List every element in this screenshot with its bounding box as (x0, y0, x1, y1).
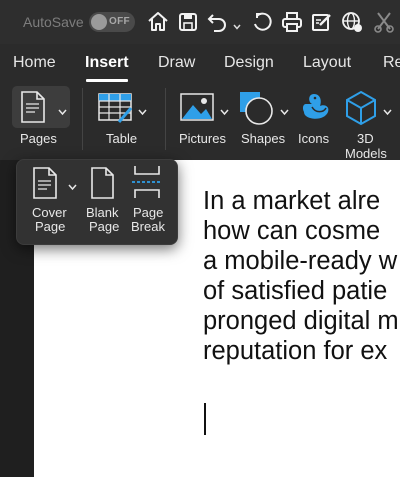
document-line: how can cosme (203, 217, 381, 245)
pages-popover: Cover Page Blank Page Page Break (16, 159, 178, 245)
document-body[interactable]: In a market alre how can cosme a mobile-… (203, 186, 400, 366)
title-bar: AutoSave OFF (0, 0, 400, 44)
page-break-label-1: Page (133, 205, 164, 220)
print-icon[interactable] (280, 10, 304, 34)
blank-page-label-1: Blank (86, 205, 119, 220)
page-break-icon[interactable] (129, 164, 165, 200)
pictures-label: Pictures (179, 131, 226, 146)
autosave-toggle[interactable]: OFF (89, 12, 135, 32)
undo-dropdown-icon[interactable] (233, 18, 241, 30)
ribbon-separator (82, 88, 83, 150)
home-icon[interactable] (146, 10, 170, 34)
pages-label: Pages (20, 131, 57, 146)
autosave-label: AutoSave (23, 14, 84, 30)
tab-design[interactable]: Design (224, 54, 274, 72)
globe-icon[interactable] (340, 10, 364, 34)
save-icon[interactable] (176, 10, 200, 34)
shapes-dropdown-icon[interactable] (280, 103, 289, 116)
3d-models-dropdown-icon[interactable] (383, 103, 392, 116)
shapes-icon[interactable] (238, 90, 274, 126)
active-tab-indicator (86, 79, 128, 82)
cover-page-icon[interactable] (30, 166, 60, 200)
tab-references[interactable]: Re (383, 54, 400, 72)
ribbon-tabs: Home Insert Draw Design Layout Re (0, 44, 400, 84)
3d-models-label-bottom: Models (345, 146, 387, 161)
document-line: In a market alre (203, 187, 381, 215)
3d-models-label-top: 3D (357, 131, 374, 146)
tab-home[interactable]: Home (13, 54, 56, 72)
cut-icon[interactable] (372, 10, 396, 34)
document-line: of satisfied patie (203, 277, 388, 305)
undo-icon[interactable] (205, 10, 229, 34)
blank-page-icon[interactable] (88, 166, 116, 200)
redo-icon[interactable] (250, 10, 274, 34)
icons-label: Icons (298, 131, 330, 146)
blank-page-label-2: Page (89, 219, 120, 234)
tab-layout[interactable]: Layout (303, 54, 351, 72)
document-line: reputation for ex (203, 337, 388, 365)
cover-page-dropdown-icon[interactable] (68, 178, 77, 191)
toggle-state: OFF (109, 16, 130, 27)
tab-draw[interactable]: Draw (158, 54, 195, 72)
shapes-label: Shapes (241, 131, 286, 146)
page-break-label-2: Break (131, 219, 165, 234)
table-dropdown-icon[interactable] (138, 103, 147, 116)
pictures-dropdown-icon[interactable] (220, 103, 229, 116)
tab-insert[interactable]: Insert (85, 54, 129, 72)
document-line: pronged digital m (203, 307, 399, 335)
document-line: a mobile-ready w (203, 247, 398, 275)
pages-dropdown-icon[interactable] (58, 103, 67, 116)
pages-icon[interactable] (18, 90, 48, 124)
table-label: Table (106, 131, 138, 146)
text-cursor (204, 403, 206, 435)
edit-document-icon[interactable] (310, 10, 334, 34)
cover-page-label-2: Page (35, 219, 66, 234)
cover-page-label-1: Cover (32, 205, 67, 220)
icons-icon[interactable] (298, 90, 334, 126)
ribbon-separator (165, 88, 166, 150)
3d-models-icon[interactable] (344, 90, 378, 126)
toggle-knob (91, 14, 107, 30)
table-icon[interactable] (97, 92, 135, 126)
pictures-icon[interactable] (179, 92, 215, 122)
